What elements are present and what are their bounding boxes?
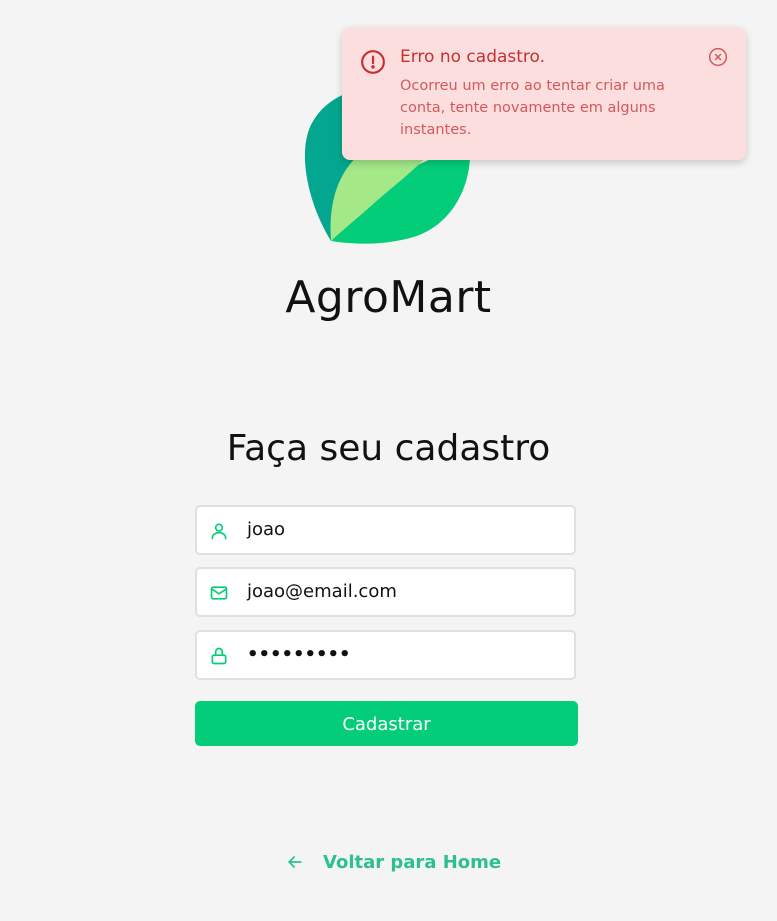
alert-circle-icon <box>361 50 385 74</box>
error-toast: Erro no cadastro. Ocorreu um erro ao ten… <box>342 27 746 160</box>
page-title: Faça seu cadastro <box>226 428 551 469</box>
password-field[interactable]: ••••••••• <box>195 630 576 680</box>
email-field[interactable]: joao@email.com <box>195 567 576 617</box>
user-icon <box>211 523 227 540</box>
lock-icon <box>211 647 227 665</box>
name-field[interactable]: joao <box>195 505 576 555</box>
password-field-value: ••••••••• <box>247 644 351 665</box>
brand-name: AgroMart <box>285 272 492 323</box>
toast-message: Ocorreu um erro ao tentar criar uma cont… <box>400 78 665 138</box>
name-field-value: joao <box>247 519 286 540</box>
email-field-value: joao@email.com <box>247 581 397 602</box>
x-circle-icon[interactable] <box>708 47 728 67</box>
arrow-left-icon <box>288 856 302 868</box>
mail-icon <box>210 586 228 600</box>
back-to-home-label: Voltar para Home <box>323 851 502 873</box>
toast-title: Erro no cadastro. <box>400 47 546 67</box>
back-to-home-link[interactable]: Voltar para Home <box>285 848 501 876</box>
cadastrar-button[interactable]: Cadastrar <box>195 701 578 746</box>
